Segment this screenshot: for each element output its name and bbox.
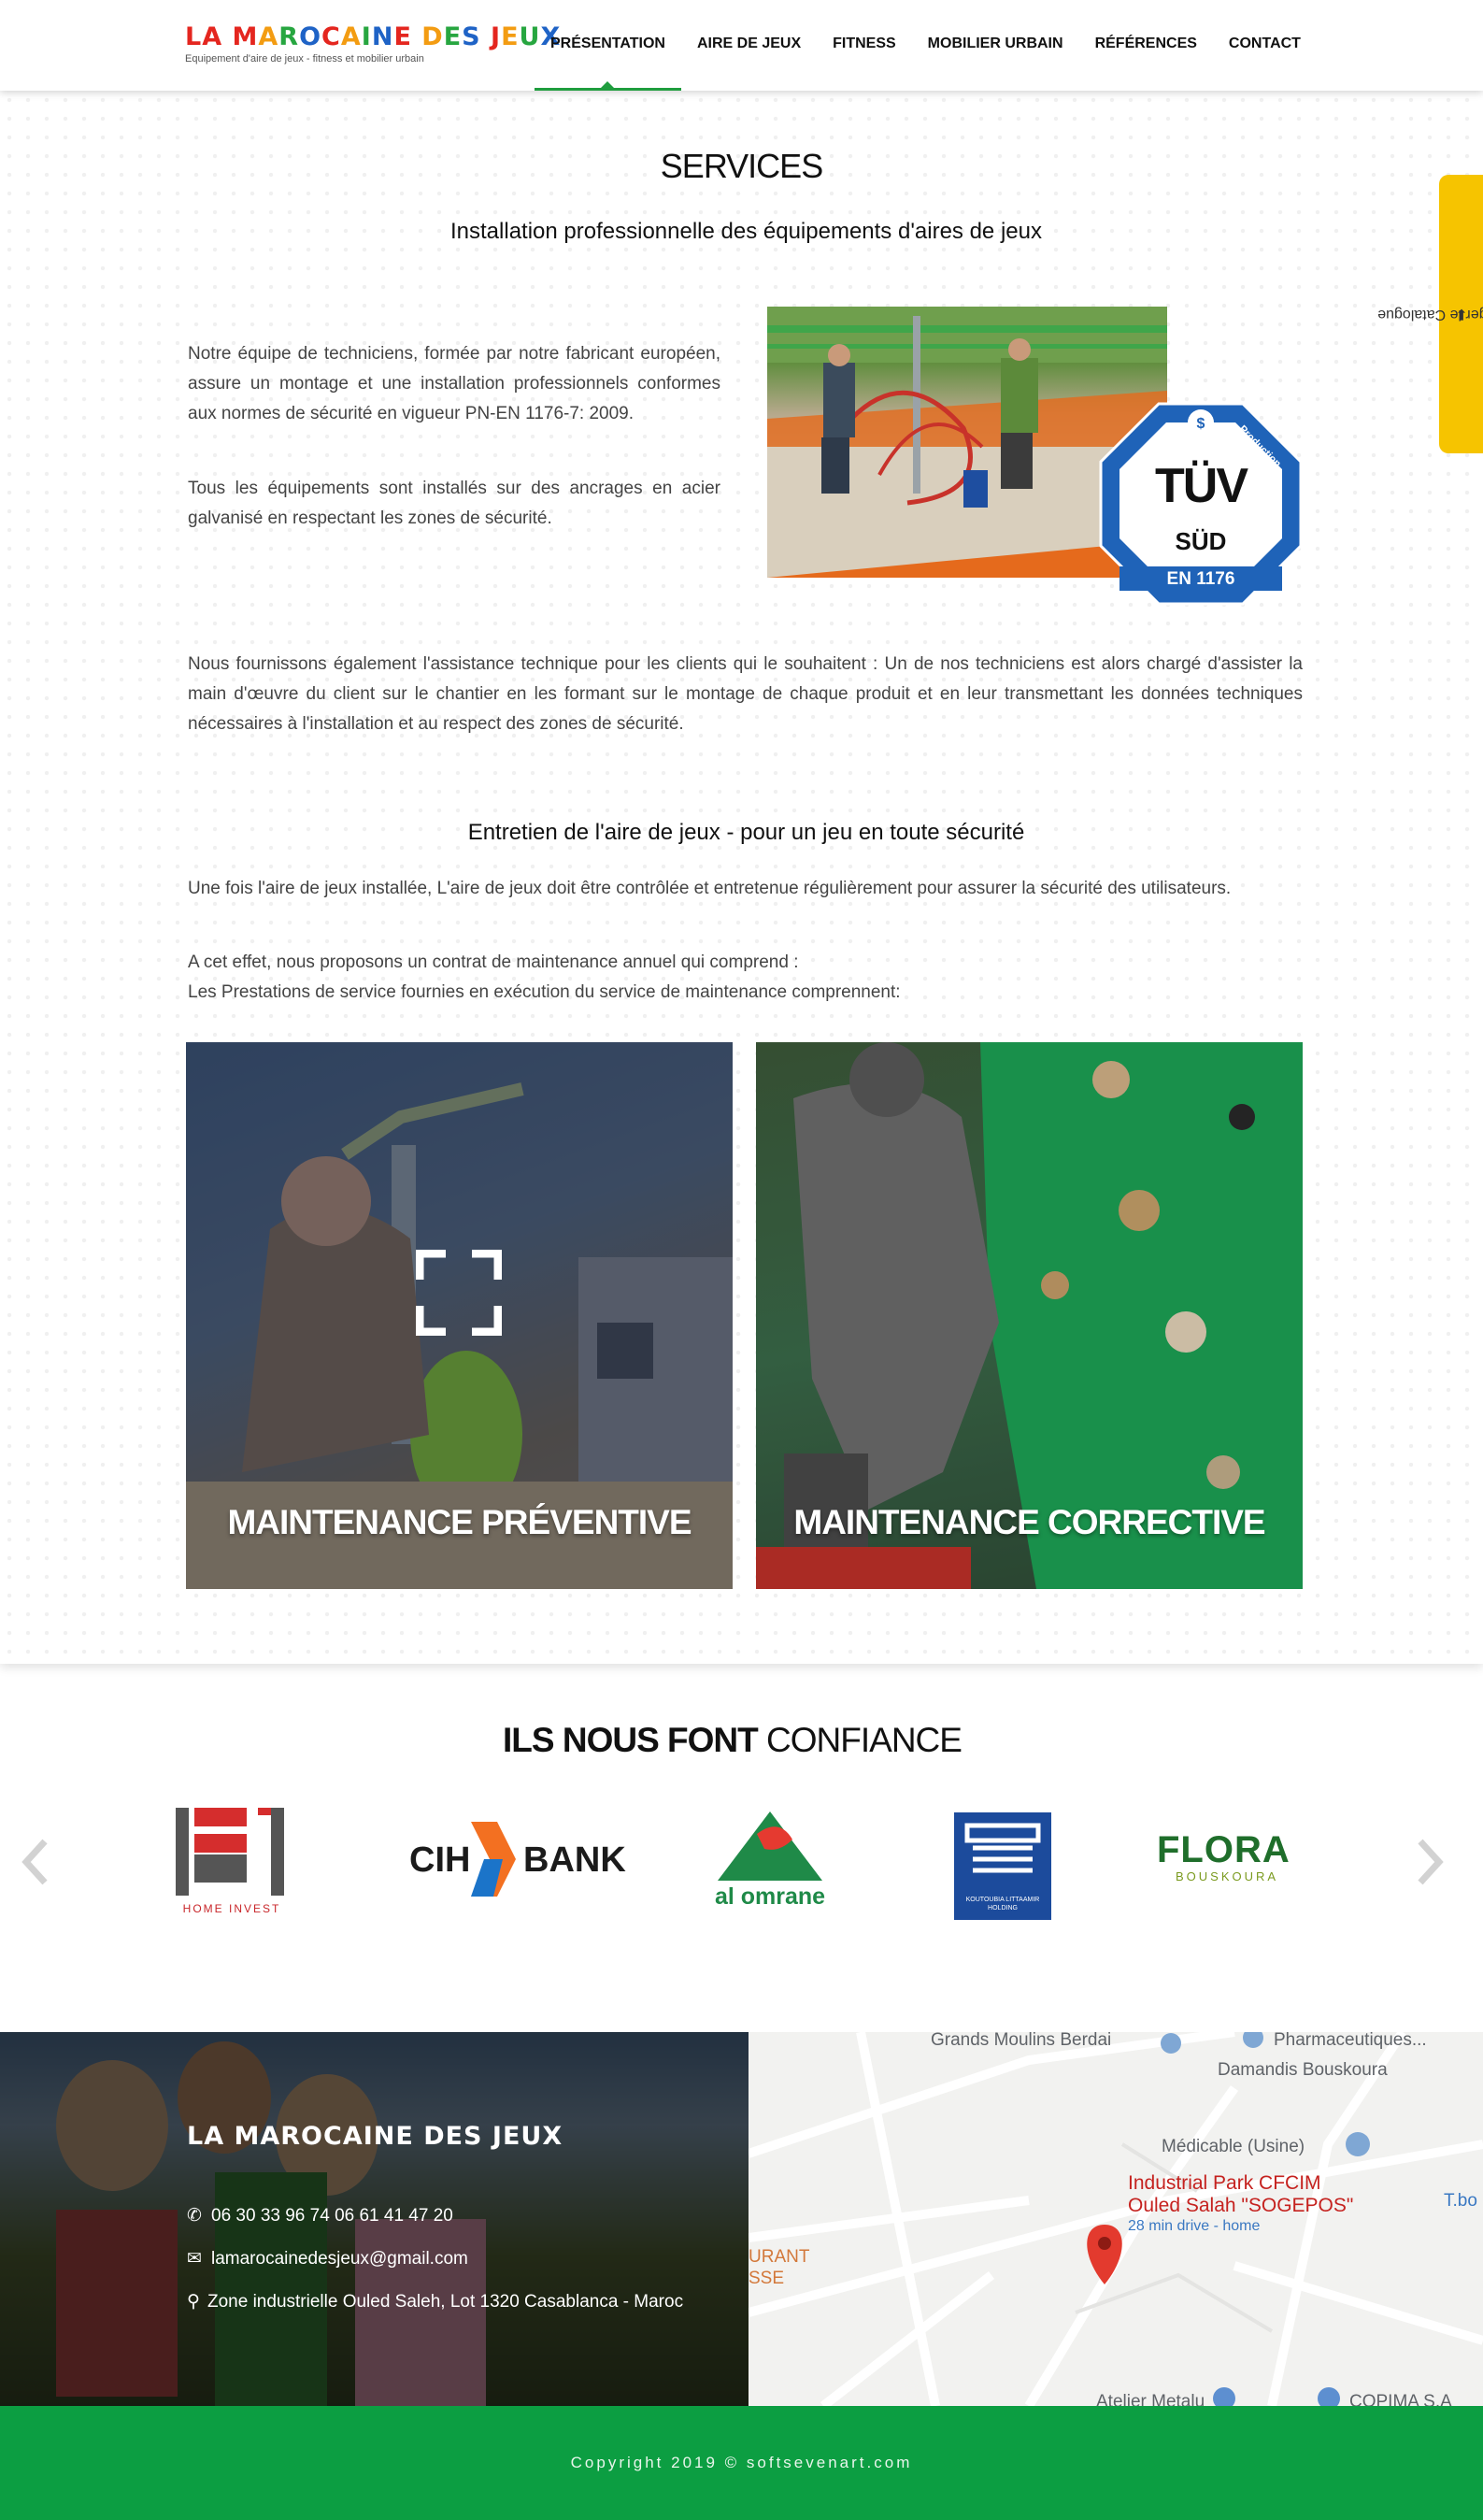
map-label-damandis: Damandis Bouskoura <box>1218 2060 1388 2080</box>
site-header: LA MAROCAINE DES JEUX Equipement d'aire … <box>0 0 1483 91</box>
map-label-grands-moulins: Grands Moulins Berdai <box>931 2032 1112 2050</box>
carousel-next-icon[interactable] <box>1411 1834 1448 1890</box>
nav-references[interactable]: RÉFÉRENCES <box>1079 0 1213 91</box>
logo-letter: E <box>501 22 520 51</box>
map-pin-subtitle: 28 min drive - home <box>1128 2218 1261 2234</box>
koutoubia-text: KOUTOUBIA LITTAAMIR HOLDING <box>965 1897 1040 1911</box>
map-pin-title-line1: Industrial Park CFCIM <box>1128 2172 1321 2194</box>
partner-al-omrane-logo[interactable]: al omrane <box>714 1808 826 1911</box>
page-title: SERVICES <box>660 147 823 185</box>
nav-mobilier-urbain[interactable]: MOBILIER URBAIN <box>912 0 1079 91</box>
tuv-norm: EN 1176 <box>1166 569 1235 589</box>
partner-home-invest-logo[interactable]: HOME INVEST <box>174 1804 295 1915</box>
footer-brand: LA MAROCAINE DES JEUX <box>187 2122 563 2151</box>
al-omrane-text: al omrane <box>714 1883 826 1910</box>
copyright-bar: Copyright 2019 © softsevenart.com <box>0 2406 1483 2520</box>
gallery-item-corrective[interactable]: MAINTENANCE CORRECTIVE <box>756 1042 1303 1589</box>
map-label-pharmaceutiques: Pharmaceutiques... <box>1274 2032 1427 2050</box>
logo-letter: I <box>361 22 372 51</box>
carousel-prev-icon[interactable] <box>17 1834 54 1890</box>
maintenance-subtitle: Entretien de l'aire de jeux - pour un je… <box>467 820 1025 845</box>
logo-letter: O <box>299 22 322 51</box>
nav-aire-de-jeux[interactable]: AIRE DE JEUX <box>681 0 817 91</box>
footer-email-row: ✉ lamarocainedesjeux@gmail.com <box>187 2248 468 2269</box>
partners-title-bold: ILS NOUS FONT <box>503 1721 759 1759</box>
contract-line: A cet effet, nous proposons un contrat d… <box>188 952 799 972</box>
map-label-medicable: Médicable (Usine) <box>1162 2137 1305 2156</box>
map-label-urant: URANT <box>749 2247 810 2267</box>
intro-paragraph: Notre équipe de techniciens, formée par … <box>188 344 720 423</box>
prestations-line: Les Prestations de service fournies en e… <box>188 982 901 1002</box>
assistance-paragraph: Nous fournissons également l'assistance … <box>188 654 1303 734</box>
main-nav: PRÉSENTATION AIRE DE JEUX FITNESS MOBILI… <box>535 0 1317 91</box>
logo[interactable]: LA MAROCAINE DES JEUX Equipement d'aire … <box>185 22 561 64</box>
envelope-icon: ✉ <box>187 2249 202 2269</box>
map-pin-title-line2: Ouled Salah "SOGEPOS" <box>1128 2195 1354 2216</box>
partner-flora-logo[interactable]: FLORA BOUSKOURA <box>1157 1830 1297 1883</box>
logo-letter: LA <box>185 22 233 51</box>
cih-text: CIH <box>409 1840 471 1880</box>
expand-icon[interactable] <box>416 1250 502 1336</box>
partner-cih-bank-logo[interactable]: CIH BANK <box>409 1822 634 1897</box>
section-subtitle: Installation professionnelle des équipem… <box>450 219 1042 244</box>
logo-letter: S <box>462 22 492 51</box>
logo-letter: A <box>258 22 279 51</box>
map-label-copima: COPIMA S.A <box>1349 2392 1452 2406</box>
map-label-tbo: T.bo <box>1444 2191 1477 2211</box>
flora-subtext: BOUSKOURA <box>1176 1869 1279 1883</box>
nav-contact[interactable]: CONTACT <box>1213 0 1317 91</box>
gallery-item-preventive[interactable]: MAINTENANCE PRÉVENTIVE <box>186 1042 733 1589</box>
download-catalog-tab[interactable]: ⬇ Télécharger le Catalogue <box>1377 175 1483 453</box>
maintenance-paragraph: Une fois l'aire de jeux installée, L'air… <box>188 879 1232 898</box>
nav-fitness[interactable]: FITNESS <box>817 0 912 91</box>
map-pin-title: Industrial Park CFCIM Ouled Salah "SOGEP… <box>1128 2172 1353 2236</box>
services-section: SERVICES Installation professionnelle de… <box>0 91 1483 1664</box>
logo-letter: N <box>371 22 394 51</box>
map-marker-icon: ⚲ <box>187 2292 200 2312</box>
logo-letter: C <box>321 22 341 51</box>
footer-phone-row: ✆ 06 30 33 96 74 06 61 41 47 20 <box>187 2205 453 2226</box>
footer-address: Zone industrielle Ouled Saleh, Lot 1320 … <box>207 2292 684 2312</box>
gallery-caption-preventive: MAINTENANCE PRÉVENTIVE <box>227 1503 692 1541</box>
cih-chevron-icon <box>471 1822 516 1897</box>
svg-text:$: $ <box>1197 416 1205 432</box>
logo-letter: R <box>278 22 300 51</box>
bank-text: BANK <box>523 1840 626 1880</box>
logo-wordmark: LA MAROCAINE DES JEUX <box>185 22 561 52</box>
logo-letter: M <box>232 22 259 51</box>
map-label-atelier: Atelier Metalu <box>1096 2392 1205 2406</box>
map-label-sse: SSE <box>749 2269 785 2288</box>
tuv-sud-badge: $ TÜV SÜD EN 1176 Safety tested Producti… <box>1099 402 1303 606</box>
partners-title: ILS NOUS FONT CONFIANCE <box>0 1721 1464 1760</box>
tuv-sud: SÜD <box>1175 527 1227 555</box>
logo-tagline: Equipement d'aire de jeux - fitness et m… <box>185 53 424 64</box>
nav-presentation[interactable]: PRÉSENTATION <box>535 0 681 91</box>
footer-phone[interactable]: 06 30 33 96 74 06 61 41 47 20 <box>211 2206 453 2226</box>
partner-koutoubia-logo[interactable]: KOUTOUBIA LITTAAMIR HOLDING <box>954 1812 1051 1920</box>
gallery-caption-corrective: MAINTENANCE CORRECTIVE <box>793 1503 1265 1541</box>
logo-letter: J <box>491 22 502 51</box>
logo-letter: E <box>443 22 463 51</box>
home-invest-text: HOME INVEST <box>182 1902 281 1915</box>
phone-icon: ✆ <box>187 2206 202 2226</box>
partners-title-light: CONFIANCE <box>766 1721 963 1759</box>
location-map[interactable]: Grands Moulins Berdai Pharmaceutiques...… <box>749 2032 1483 2406</box>
catalog-label: Télécharger le Catalogue <box>1376 307 1483 322</box>
logo-letter: D <box>421 22 444 51</box>
logo-letter: A <box>340 22 362 51</box>
logo-letter: E <box>393 22 422 51</box>
footer-email[interactable]: lamarocainedesjeux@gmail.com <box>211 2249 468 2269</box>
flora-text: FLORA <box>1157 1829 1290 1870</box>
footer-address-row: ⚲ Zone industrielle Ouled Saleh, Lot 1320… <box>187 2291 683 2312</box>
anchoring-paragraph: Tous les équipements sont installés sur … <box>188 479 720 528</box>
